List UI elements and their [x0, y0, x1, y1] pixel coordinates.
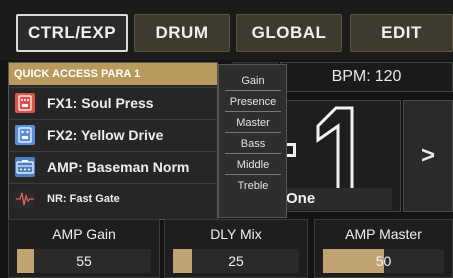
knob-amp-master[interactable]: AMP Master 50 — [314, 219, 453, 278]
bpm-value: 120 — [374, 68, 402, 85]
quick-access-item-label: FX1: Soul Press — [47, 94, 154, 111]
pedal-icon — [15, 124, 35, 145]
knob-slider[interactable]: 55 — [17, 249, 151, 273]
quick-access-title: QUICK ACCESS PARA 1 — [9, 63, 217, 85]
preset-bank-digit — [316, 106, 354, 194]
bpm-display[interactable]: BPM: 120 — [280, 62, 453, 92]
quick-access-item-label: AMP: Baseman Norm — [47, 158, 190, 175]
param-item-bass[interactable]: Bass — [225, 134, 281, 154]
param-item-middle[interactable]: Middle — [225, 155, 281, 175]
quick-access-item-amp[interactable]: AMP: Baseman Norm — [9, 151, 217, 181]
param-item-presence[interactable]: Presence — [225, 92, 281, 112]
amp-icon — [15, 156, 35, 177]
knob-label: DLY Mix — [210, 226, 262, 242]
noise-gate-icon — [15, 188, 35, 209]
knob-slider[interactable]: 25 — [173, 249, 299, 273]
quick-access-item-label: FX2: Yellow Drive — [47, 126, 164, 143]
knob-amp-gain[interactable]: AMP Gain 55 — [8, 219, 160, 278]
tab-edit[interactable]: EDIT — [350, 14, 453, 52]
param-item-gain[interactable]: Gain — [225, 71, 281, 91]
knob-dly-mix[interactable]: DLY Mix 25 — [164, 219, 308, 278]
next-preset-button[interactable]: > — [403, 100, 453, 212]
quick-access-item-fx1[interactable]: FX1: Soul Press — [9, 87, 217, 117]
tab-bar: CTRL/EXP DRUM GLOBAL EDIT — [0, 0, 453, 60]
bpm-label: BPM: — [331, 68, 371, 85]
quick-access-item-fx2[interactable]: FX2: Yellow Drive — [9, 119, 217, 149]
knob-label: AMP Master — [345, 226, 422, 242]
tab-global[interactable]: GLOBAL — [236, 14, 342, 52]
pedal-icon — [15, 92, 35, 113]
quick-access-menu: QUICK ACCESS PARA 1 FX1: Soul Press FX2:… — [8, 62, 218, 220]
quick-access-item-label: NR: Fast Gate — [47, 192, 120, 205]
tab-ctrl-exp[interactable]: CTRL/EXP — [16, 14, 128, 52]
knob-slider[interactable]: 50 — [323, 249, 444, 273]
param-item-treble[interactable]: Treble — [225, 176, 281, 196]
parameter-menu: Gain Presence Master Bass Middle Treble — [218, 64, 287, 218]
knob-label: AMP Gain — [52, 226, 116, 242]
knob-value: 50 — [375, 253, 392, 269]
tab-drum[interactable]: DRUM — [134, 14, 230, 52]
quick-access-item-nr[interactable]: NR: Fast Gate — [9, 183, 217, 213]
knob-value: 55 — [76, 253, 92, 269]
knob-value: 25 — [228, 253, 244, 269]
param-item-master[interactable]: Master — [225, 113, 281, 133]
